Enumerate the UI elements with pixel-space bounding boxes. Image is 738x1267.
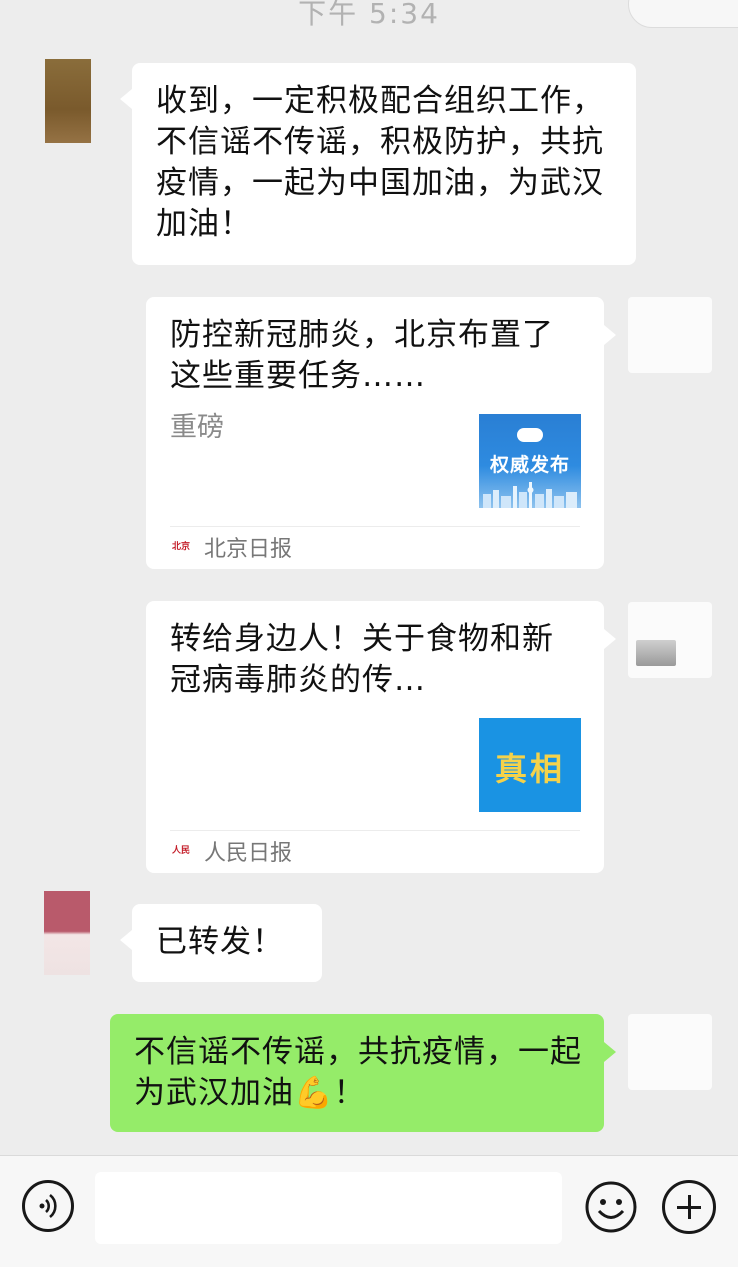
message-text: 不信谣不传谣，共抗疫情，一起为武汉加油💪！ [134, 1034, 582, 1111]
article-source[interactable]: 北京 北京日报 [170, 532, 292, 562]
top-right-overlay [628, 0, 738, 28]
message-text: 已转发！ [156, 924, 284, 960]
article-description: 重磅 [170, 412, 224, 443]
voice-icon[interactable] [22, 1180, 74, 1232]
message-bubble[interactable]: 不信谣不传谣，共抗疫情，一起为武汉加油💪！ [110, 1014, 616, 1132]
contact-avatar[interactable] [45, 59, 91, 143]
message-bubble[interactable]: 收到，一定积极配合组织工作，不信谣不传谣，积极防护，共抗疫情，一起为中国加油，为… [120, 63, 636, 265]
emoji-icon[interactable] [584, 1180, 638, 1234]
self-avatar[interactable] [628, 1014, 712, 1090]
article-title: 防控新冠肺炎，北京布置了这些重要任务…… [170, 317, 554, 394]
article-thumbnail: 权威发布 [479, 414, 581, 508]
source-label: 北京日报 [204, 537, 293, 562]
article-card[interactable]: 防控新冠肺炎，北京布置了这些重要任务…… 重磅 权威发布 北京 北京日报 [146, 297, 616, 569]
beijing-daily-logo-icon: 北京 [171, 542, 190, 552]
source-label: 人民日报 [204, 841, 293, 866]
input-bar [0, 1155, 738, 1267]
skyline-icon [483, 482, 577, 508]
article-card[interactable]: 转给身边人！关于食物和新冠病毒肺炎的传… 真相 人民 人民日报 [146, 601, 616, 873]
message-text: 收到，一定积极配合组织工作，不信谣不传谣，积极防护，共抗疫情，一起为中国加油，为… [156, 83, 604, 242]
card-divider [170, 526, 580, 527]
self-avatar[interactable] [628, 297, 712, 373]
thumbnail-label: 权威发布 [489, 454, 570, 476]
thumbnail-label: 真相 [494, 750, 565, 788]
message-bubble[interactable]: 已转发！ [120, 904, 322, 982]
message-input[interactable] [95, 1172, 562, 1244]
article-title: 转给身边人！关于食物和新冠病毒肺炎的传… [170, 621, 554, 698]
self-avatar[interactable] [628, 602, 712, 678]
card-divider [170, 830, 580, 831]
article-thumbnail: 真相 [479, 718, 581, 812]
newspaper-logo-icon [517, 428, 543, 442]
plus-icon[interactable] [662, 1180, 716, 1234]
article-source[interactable]: 人民 人民日报 [170, 836, 292, 866]
peoples-daily-logo-icon: 人民 [171, 846, 190, 856]
contact-avatar[interactable] [44, 891, 90, 975]
